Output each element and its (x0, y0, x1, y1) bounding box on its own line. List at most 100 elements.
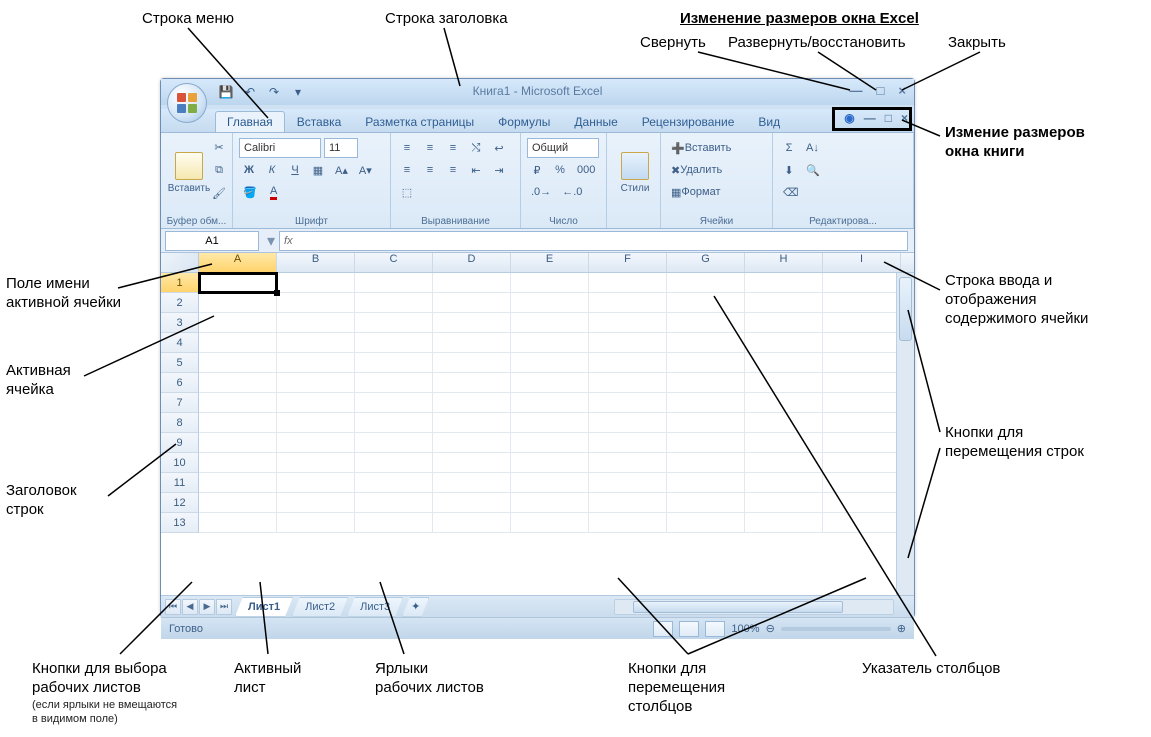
app-maximize-button[interactable]: □ (877, 83, 885, 98)
tab-home[interactable]: Главная (215, 111, 285, 132)
comma-icon[interactable]: 000 (573, 160, 599, 180)
col-header-f[interactable]: F (589, 253, 667, 272)
row-header-1[interactable]: 1 (161, 273, 199, 293)
row-header-8[interactable]: 8 (161, 413, 199, 433)
find-icon[interactable]: 🔍 (802, 160, 824, 180)
row-header-2[interactable]: 2 (161, 293, 199, 313)
row-header-5[interactable]: 5 (161, 353, 199, 373)
inc-decimal-icon[interactable]: .0→ (527, 182, 555, 202)
indent-inc-icon[interactable]: ⇥ (489, 160, 509, 180)
zoom-in-button[interactable]: ⊕ (897, 622, 906, 635)
tab-insert[interactable]: Вставка (285, 111, 354, 132)
shrink-font-icon[interactable]: A▾ (355, 160, 376, 180)
tab-layout[interactable]: Разметка страницы (353, 111, 486, 132)
new-sheet-button[interactable]: ✦ (402, 597, 429, 617)
merge-cells-icon[interactable]: ⬚ (397, 182, 417, 202)
col-header-a[interactable]: A (199, 253, 277, 272)
active-cell[interactable] (199, 273, 277, 293)
indent-dec-icon[interactable]: ⇤ (466, 160, 486, 180)
percent-icon[interactable]: % (550, 160, 570, 180)
tab-data[interactable]: Данные (562, 111, 629, 132)
office-button[interactable] (167, 83, 207, 123)
paste-button[interactable]: Вставить (167, 137, 211, 209)
cells-delete-button[interactable]: ✖ Удалить (667, 160, 726, 180)
autosum-icon[interactable]: Σ (779, 138, 799, 158)
cells-format-button[interactable]: ▦ Формат (667, 182, 724, 202)
tab-formulas[interactable]: Формулы (486, 111, 562, 132)
vertical-scrollbar[interactable] (896, 273, 914, 595)
format-painter-icon[interactable]: 🖌 (208, 183, 230, 203)
row-header-6[interactable]: 6 (161, 373, 199, 393)
align-left-icon[interactable]: ≡ (397, 160, 417, 180)
fill-color-button[interactable]: 🪣 (239, 182, 261, 202)
fill-icon[interactable]: ⬇ (779, 160, 799, 180)
book-minimize-button[interactable]: — (864, 111, 876, 125)
italic-button[interactable]: К (262, 160, 282, 180)
dec-decimal-icon[interactable]: ←.0 (558, 182, 586, 202)
col-header-g[interactable]: G (667, 253, 745, 272)
sheet-nav-first[interactable]: ⏮ (165, 599, 181, 615)
zoom-out-button[interactable]: ⊖ (766, 622, 775, 635)
select-all-corner[interactable] (161, 253, 199, 272)
sort-filter-icon[interactable]: A↓ (802, 138, 823, 158)
row-header-7[interactable]: 7 (161, 393, 199, 413)
horizontal-scrollbar[interactable] (614, 599, 894, 615)
sheet-tab-1[interactable]: Лист1 (235, 597, 293, 617)
row-header-4[interactable]: 4 (161, 333, 199, 353)
font-name-combo[interactable]: Calibri (239, 138, 321, 158)
book-close-button[interactable]: × (901, 111, 908, 125)
align-top-icon[interactable]: ≡ (397, 138, 417, 158)
orientation-icon[interactable]: ⤭ (466, 138, 486, 158)
font-color-button[interactable]: A (264, 182, 284, 202)
sheet-tab-3[interactable]: Лист3 (347, 597, 403, 617)
undo-icon[interactable]: ↶ (241, 83, 259, 101)
view-break-button[interactable] (705, 621, 725, 637)
cells-insert-button[interactable]: ➕ Вставить (667, 138, 735, 158)
sheet-nav-prev[interactable]: ◀ (182, 599, 198, 615)
align-bottom-icon[interactable]: ≡ (443, 138, 463, 158)
sheet-nav-next[interactable]: ▶ (199, 599, 215, 615)
help-icon[interactable]: ◉ (844, 111, 854, 125)
clear-icon[interactable]: ⌫ (779, 182, 803, 202)
cut-icon[interactable]: ✂ (208, 137, 230, 157)
app-close-button[interactable]: × (898, 83, 906, 98)
qat-dropdown-icon[interactable]: ▾ (289, 83, 307, 101)
row-header-3[interactable]: 3 (161, 313, 199, 333)
grow-font-icon[interactable]: A▴ (331, 160, 352, 180)
underline-button[interactable]: Ч (285, 160, 305, 180)
app-minimize-button[interactable]: — (850, 83, 863, 98)
styles-button[interactable]: Стили (613, 137, 657, 209)
formula-input[interactable]: fx (279, 231, 908, 251)
align-middle-icon[interactable]: ≡ (420, 138, 440, 158)
cells-grid[interactable] (199, 273, 914, 533)
name-box[interactable]: A1 (165, 231, 259, 251)
wrap-text-icon[interactable]: ↩ (489, 138, 509, 158)
sheet-nav-last[interactable]: ⏭ (216, 599, 232, 615)
col-header-b[interactable]: B (277, 253, 355, 272)
tab-view[interactable]: Вид (746, 111, 792, 132)
sheet-tab-2[interactable]: Лист2 (292, 597, 348, 617)
row-header-13[interactable]: 13 (161, 513, 199, 533)
view-normal-button[interactable] (653, 621, 673, 637)
copy-icon[interactable]: ⧉ (208, 160, 230, 180)
tab-review[interactable]: Рецензирование (630, 111, 747, 132)
row-header-10[interactable]: 10 (161, 453, 199, 473)
font-size-combo[interactable]: 11 (324, 138, 358, 158)
border-button[interactable]: ▦ (308, 160, 328, 180)
col-header-e[interactable]: E (511, 253, 589, 272)
col-header-d[interactable]: D (433, 253, 511, 272)
bold-button[interactable]: Ж (239, 160, 259, 180)
align-center-icon[interactable]: ≡ (420, 160, 440, 180)
dropdown-icon[interactable]: ▾ (267, 231, 275, 251)
col-header-h[interactable]: H (745, 253, 823, 272)
zoom-slider[interactable] (781, 627, 891, 631)
currency-icon[interactable]: ₽ (527, 160, 547, 180)
col-header-c[interactable]: C (355, 253, 433, 272)
book-maximize-button[interactable]: □ (885, 111, 892, 125)
save-icon[interactable]: 💾 (217, 83, 235, 101)
row-header-12[interactable]: 12 (161, 493, 199, 513)
view-layout-button[interactable] (679, 621, 699, 637)
align-right-icon[interactable]: ≡ (443, 160, 463, 180)
row-header-11[interactable]: 11 (161, 473, 199, 493)
number-format-combo[interactable]: Общий (527, 138, 599, 158)
